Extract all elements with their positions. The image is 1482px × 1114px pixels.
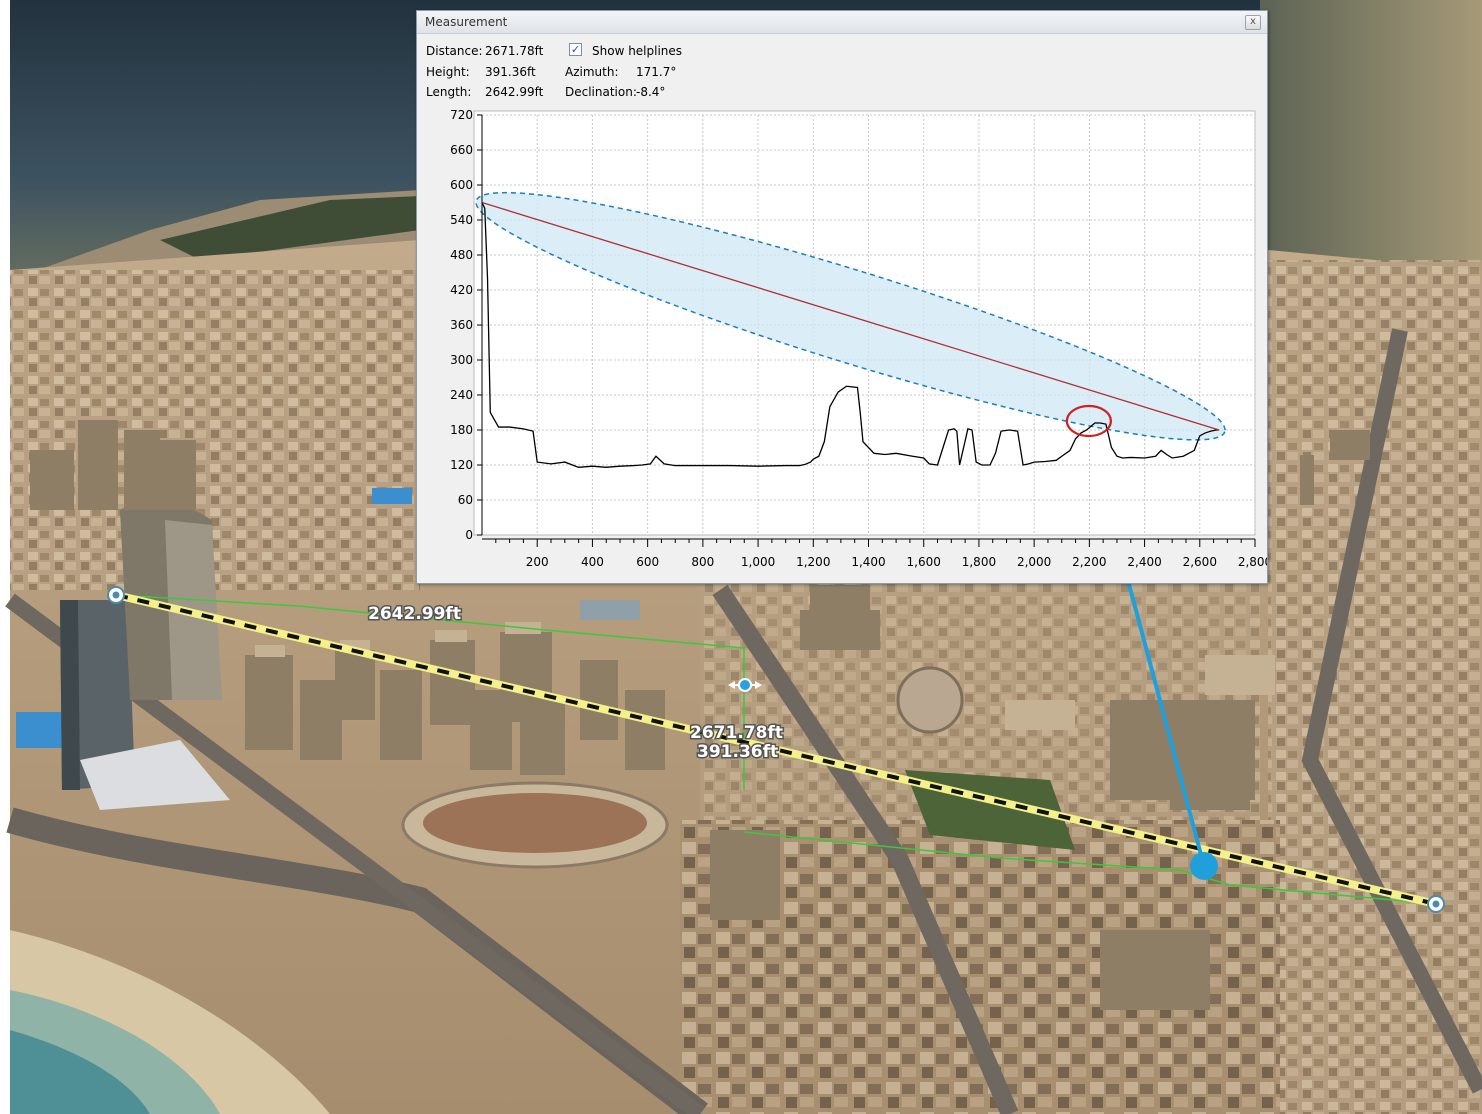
x-tick-label: 1,400 (851, 555, 885, 569)
y-tick-label: 120 (450, 458, 473, 472)
height-label: 391.36ft (697, 742, 778, 762)
y-tick-label: 360 (450, 318, 473, 332)
checkbox-check-icon: ✓ (570, 43, 581, 56)
y-axis-tick-labels: 0 60 120 180 240 300 360 420 480 540 600 660 720 (450, 108, 473, 542)
x-tick-label: 1,800 (962, 555, 996, 569)
length-label: 2642.99ft (368, 604, 461, 624)
distance-value: 2671.78ft (485, 44, 544, 58)
show-helplines-label[interactable]: Show helplines (592, 44, 682, 58)
x-tick-label: 2,000 (1017, 555, 1051, 569)
measurement-panel: Measurement x Distance: 2671.78ft Height… (416, 10, 1268, 584)
highlight-point-marker-icon (1190, 852, 1218, 880)
y-tick-label: 420 (450, 283, 473, 297)
start-point-marker-icon[interactable] (107, 586, 125, 604)
azimuth-label: Azimuth: (565, 65, 619, 79)
y-tick-label: 660 (450, 143, 473, 157)
x-tick-label: 2,600 (1183, 555, 1217, 569)
x-axis-tick-labels: 200 400 600 800 1,000 1,200 1,400 1,600 1,800 2,0… (526, 555, 1267, 569)
y-tick-label: 60 (458, 493, 473, 507)
x-tick-label: 600 (636, 555, 659, 569)
elevation-profile-chart[interactable]: 0 60 120 180 240 300 360 420 480 540 600 660 720 200… (417, 107, 1267, 583)
x-tick-label: 800 (691, 555, 714, 569)
distance-label: 2671.78ft (690, 723, 783, 743)
y-tick-label: 540 (450, 213, 473, 227)
y-tick-label: 480 (450, 248, 473, 262)
length-value: 2642.99ft (485, 85, 544, 99)
y-tick-label: 0 (465, 528, 473, 542)
x-tick-label: 1,200 (796, 555, 830, 569)
x-tick-label: 2,400 (1127, 555, 1161, 569)
height-value: 391.36ft (485, 65, 536, 79)
distance-label: Distance: (426, 44, 483, 58)
x-tick-label: 2,800 (1238, 555, 1267, 569)
end-point-marker-icon[interactable] (1427, 895, 1445, 913)
y-tick-label: 240 (450, 388, 473, 402)
x-tick-label: 400 (581, 555, 604, 569)
azimuth-value: 171.7° (636, 65, 677, 79)
x-tick-label: 200 (526, 555, 549, 569)
x-tick-label: 2,200 (1072, 555, 1106, 569)
y-tick-label: 720 (450, 108, 473, 122)
declination-value: -8.4° (636, 85, 666, 99)
panel-title-bar[interactable]: Measurement x (417, 11, 1267, 34)
x-tick-label: 1,000 (741, 555, 775, 569)
declination-label: Declination: (565, 85, 637, 99)
x-tick-label: 1,600 (907, 555, 941, 569)
y-tick-label: 600 (450, 178, 473, 192)
close-icon[interactable]: x (1245, 15, 1261, 30)
y-tick-label: 180 (450, 423, 473, 437)
panel-title: Measurement (425, 15, 508, 29)
y-tick-label: 300 (450, 353, 473, 367)
show-helplines-checkbox[interactable]: ✓ (569, 43, 582, 56)
length-label: Length: (426, 85, 472, 99)
height-label: Height: (426, 65, 470, 79)
